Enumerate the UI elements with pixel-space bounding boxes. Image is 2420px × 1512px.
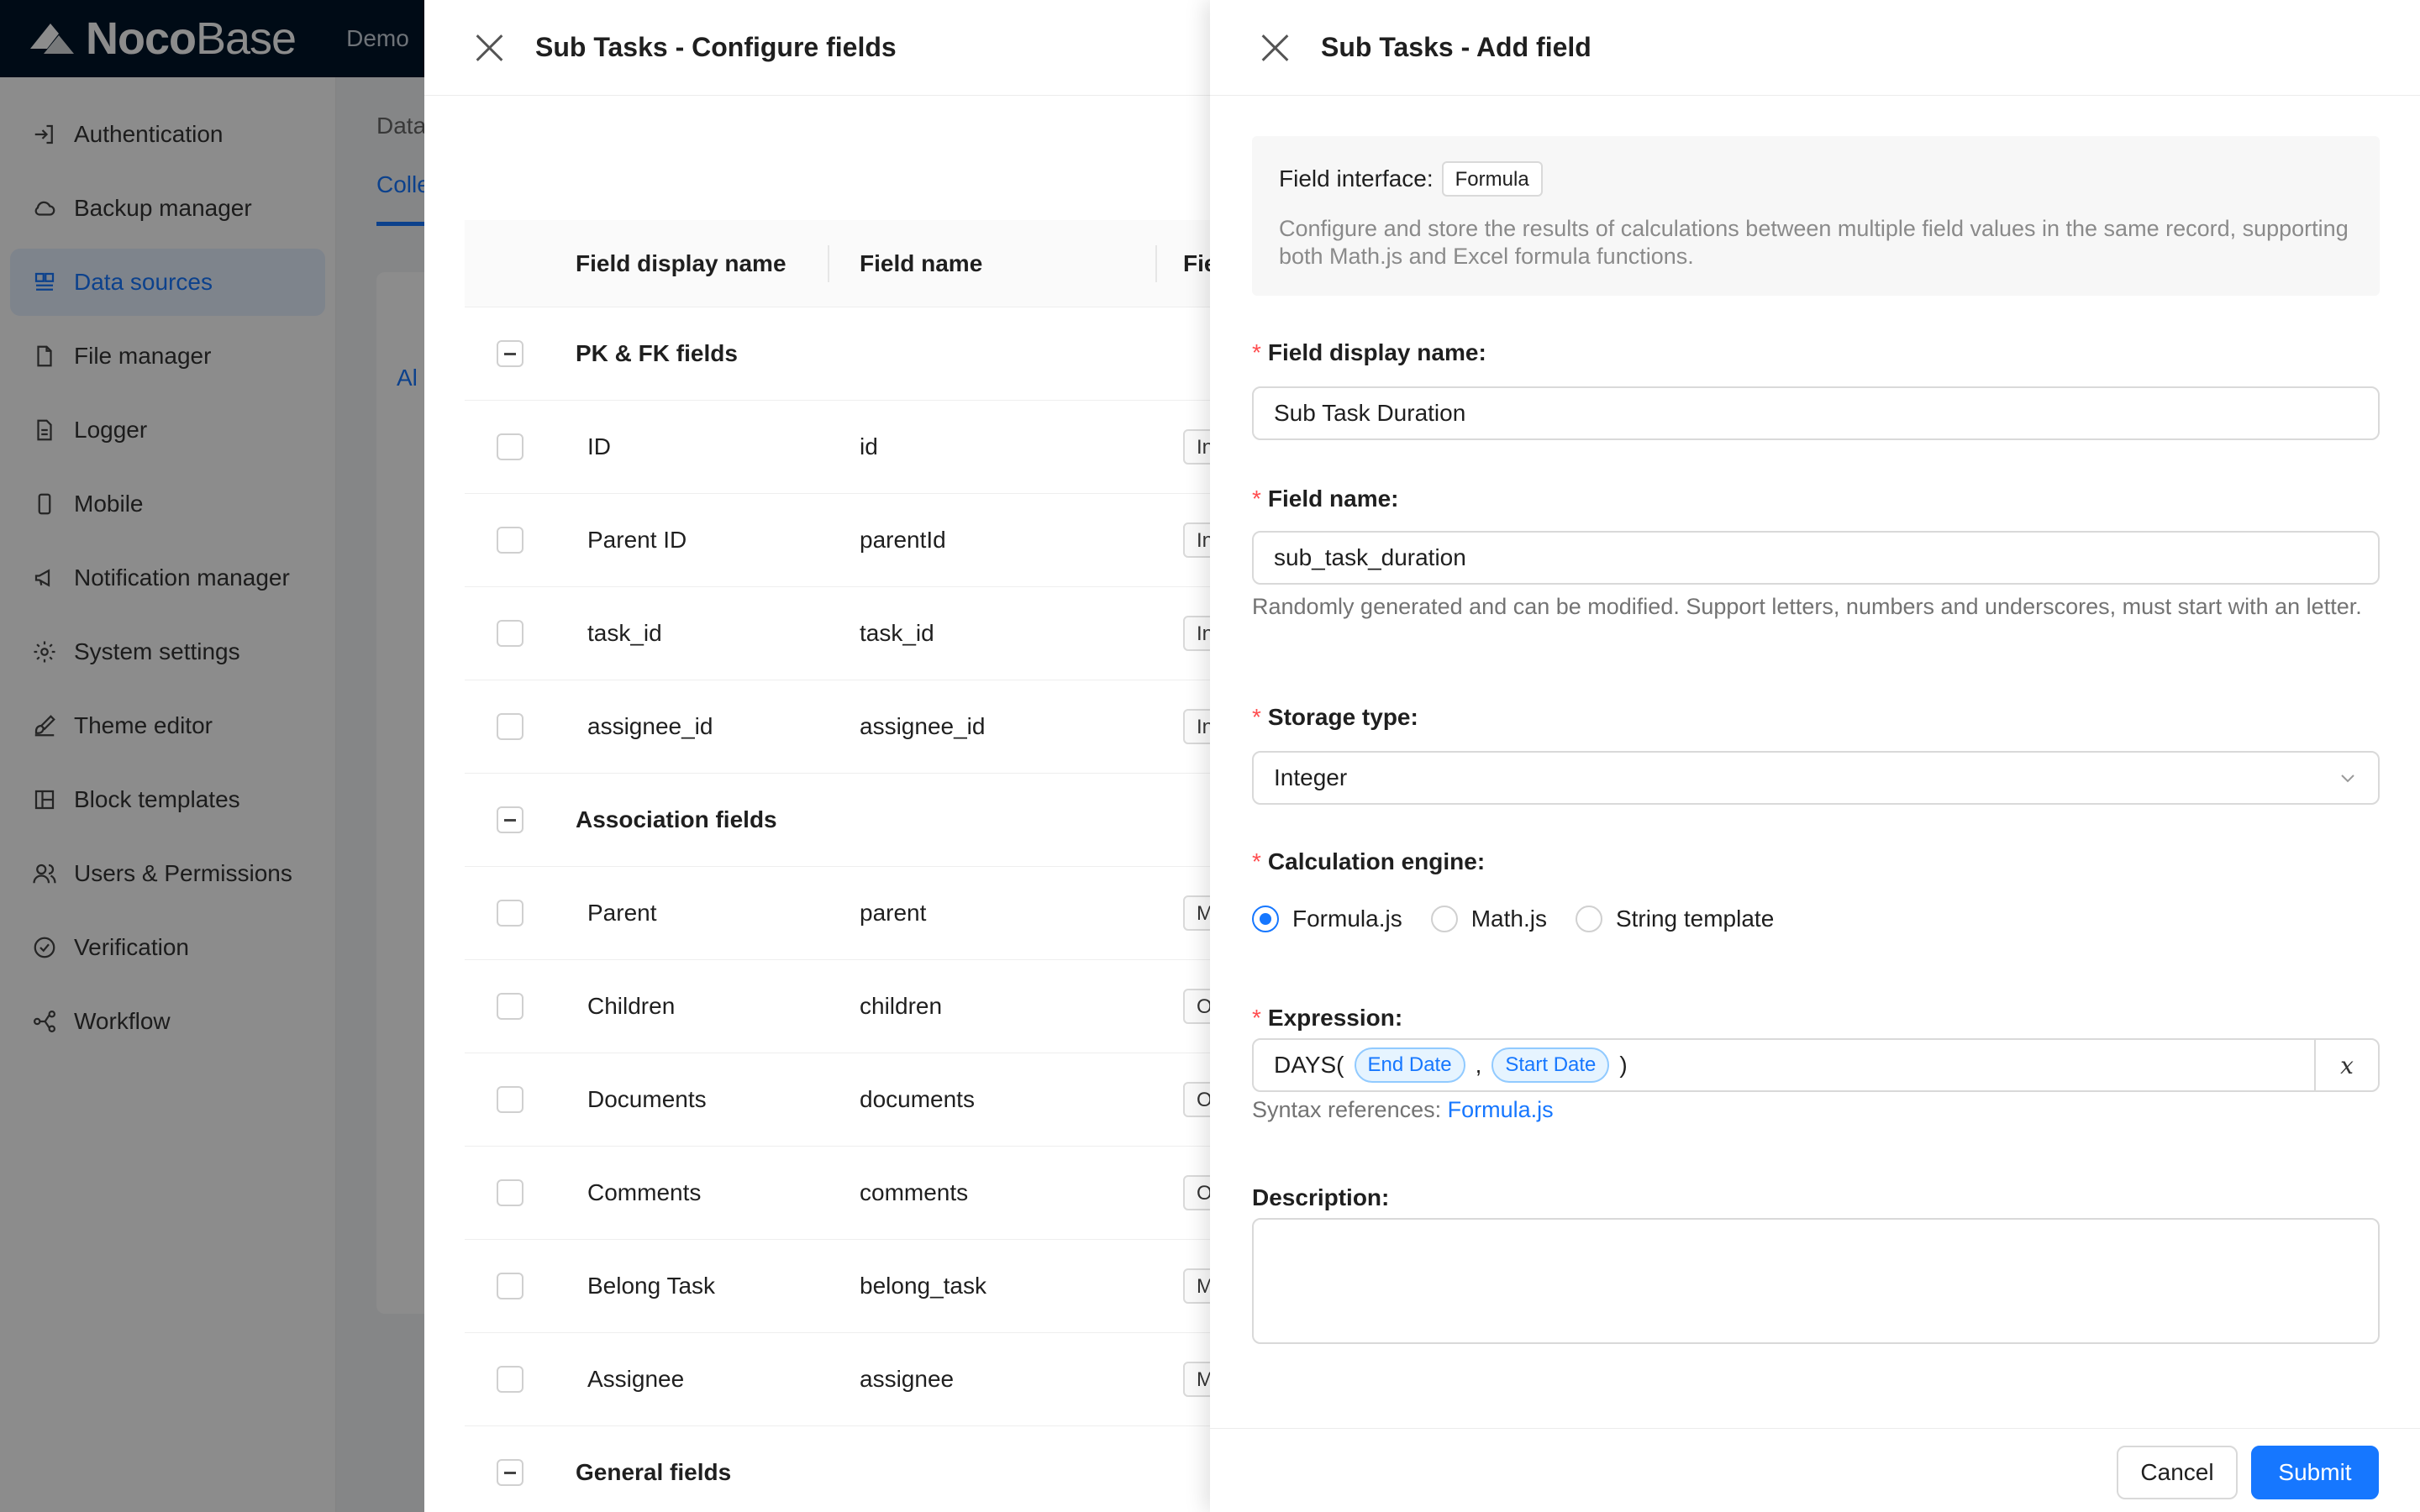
field-display-name: Children — [587, 993, 676, 1019]
insert-variable-button[interactable]: x — [2314, 1040, 2378, 1090]
row-checkbox[interactable] — [497, 713, 523, 740]
collapse-icon[interactable] — [497, 1459, 523, 1486]
row-checkbox[interactable] — [497, 620, 523, 647]
storage-type-value: Integer — [1274, 764, 1348, 790]
field-display-name: Documents — [587, 1086, 707, 1112]
radio-dot[interactable] — [1252, 906, 1279, 932]
field-name: belong_task — [860, 1273, 987, 1299]
field-display-name: Assignee — [587, 1366, 685, 1392]
field-interface-description: Configure and store the results of calcu… — [1279, 216, 2349, 269]
field-display-name: ID — [587, 433, 611, 459]
field-display-name: Parent ID — [587, 527, 687, 553]
field-display-name: assignee_id — [587, 713, 713, 739]
expression-label: * Expression: — [1252, 1005, 1403, 1031]
display-name-label: * Field display name: — [1252, 339, 1486, 365]
field-name: children — [860, 993, 943, 1019]
field-name: assignee_id — [860, 713, 986, 739]
field-name: parentId — [860, 527, 946, 553]
storage-type-label: * Storage type: — [1252, 704, 1418, 730]
drawer-footer: Cancel Submit — [1210, 1428, 2420, 1512]
calculation-engine-radio-group: Formula.js Math.js String template — [1252, 906, 1802, 932]
collapse-icon[interactable] — [497, 806, 523, 833]
row-checkbox[interactable] — [497, 527, 523, 554]
collapse-icon[interactable] — [497, 340, 523, 367]
add-field-header: Sub Tasks - Add field — [1210, 0, 2420, 96]
row-checkbox[interactable] — [497, 900, 523, 927]
field-name-input[interactable]: sub_task_duration — [1252, 531, 2380, 585]
cancel-button[interactable]: Cancel — [2117, 1446, 2238, 1499]
field-display-name: Comments — [587, 1179, 702, 1205]
field-name: parent — [860, 900, 927, 926]
field-name-label: * Field name: — [1252, 486, 1399, 512]
calculation-engine-label: * Calculation engine: — [1252, 848, 1486, 874]
field-display-name: Parent — [587, 900, 657, 926]
column-separator — [1155, 244, 1157, 282]
field-name: task_id — [860, 620, 934, 646]
field-name: comments — [860, 1179, 969, 1205]
group-label: PK & FK fields — [576, 340, 738, 366]
column-header: Field display name — [576, 249, 786, 276]
row-checkbox[interactable] — [497, 1179, 523, 1206]
required-mark: * — [1252, 339, 1261, 365]
expression-prefix: DAYS( — [1274, 1052, 1344, 1078]
row-checkbox[interactable] — [497, 1086, 523, 1113]
drawer-title: Sub Tasks - Configure fields — [535, 32, 897, 62]
field-name: id — [860, 433, 878, 459]
radio-formula-js[interactable]: Formula.js — [1252, 906, 1402, 932]
radio-string-template[interactable]: String template — [1575, 906, 1774, 932]
radio-math-js[interactable]: Math.js — [1430, 906, 1547, 932]
expression-input[interactable]: DAYS( End Date , Start Date ) x — [1252, 1038, 2380, 1092]
group-label: General fields — [576, 1459, 732, 1485]
variable-chip-end-date[interactable]: End Date — [1354, 1047, 1465, 1083]
radio-dot[interactable] — [1575, 906, 1602, 932]
required-mark: * — [1252, 848, 1261, 874]
row-checkbox[interactable] — [497, 1366, 523, 1393]
add-field-form: Field interface: Formula Configure and s… — [1210, 96, 2420, 1428]
formula-js-link[interactable]: Formula.js — [1448, 1097, 1554, 1122]
field-name: assignee — [860, 1366, 955, 1392]
required-mark: * — [1252, 1005, 1261, 1031]
syntax-references: Syntax references: Formula.js — [1252, 1097, 1554, 1122]
radio-dot[interactable] — [1430, 906, 1458, 932]
field-display-name: task_id — [587, 620, 662, 646]
required-mark: * — [1252, 704, 1261, 730]
storage-type-select[interactable]: Integer — [1252, 751, 2380, 805]
add-field-drawer: Sub Tasks - Add field Field interface: F… — [1210, 0, 2420, 1512]
submit-button[interactable]: Submit — [2251, 1446, 2379, 1499]
description-textarea[interactable] — [1252, 1218, 2380, 1344]
field-name: documents — [860, 1086, 975, 1112]
required-mark: * — [1252, 486, 1261, 512]
column-separator — [828, 244, 829, 282]
row-checkbox[interactable] — [497, 993, 523, 1020]
chevron-down-icon — [2341, 774, 2354, 783]
close-icon[interactable] — [475, 34, 503, 62]
field-interface-tag: Formula — [1441, 161, 1543, 197]
expression-separator: , — [1475, 1052, 1482, 1078]
group-label: Association fields — [576, 806, 777, 832]
variable-chip-start-date[interactable]: Start Date — [1491, 1047, 1610, 1083]
field-display-name: Belong Task — [587, 1273, 716, 1299]
description-label: Description: — [1252, 1184, 1390, 1210]
row-checkbox[interactable] — [497, 433, 523, 460]
field-name-help: Randomly generated and can be modified. … — [1252, 594, 2362, 619]
column-header: Field name — [860, 249, 983, 276]
field-interface-line: Field interface: Formula — [1279, 161, 2353, 197]
row-checkbox[interactable] — [497, 1273, 523, 1299]
field-interface-info: Field interface: Formula Configure and s… — [1252, 136, 2380, 296]
drawer-title: Sub Tasks - Add field — [1321, 32, 1591, 62]
expression-suffix: ) — [1619, 1052, 1628, 1078]
field-interface-label: Field interface: — [1279, 165, 1434, 192]
display-name-input[interactable]: Sub Task Duration — [1252, 386, 2380, 440]
close-icon[interactable] — [1260, 34, 1289, 62]
